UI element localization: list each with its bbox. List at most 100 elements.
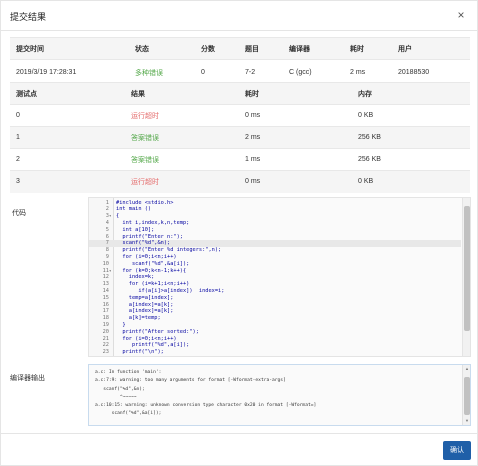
- code-line: 1 #include <stdio.h>: [89, 200, 461, 207]
- code-text: }: [116, 321, 126, 328]
- code-text: for (i=k+1;i<n;i++): [116, 281, 190, 288]
- code-text: index=k;: [116, 274, 155, 281]
- compiler-scrollbar[interactable]: ▲ ▼: [462, 365, 470, 425]
- scroll-down-icon[interactable]: ▼: [464, 418, 470, 424]
- column-header-status: 状态: [135, 45, 149, 53]
- code-text: printf("After sorted:");: [116, 328, 199, 335]
- column-header-elapsed: 耗时: [350, 45, 364, 53]
- column-header-problem: 题目: [245, 45, 259, 53]
- table-row: 2 答案错误 1 ms 256 KB: [10, 148, 470, 171]
- compiler-output-line: ^~~~~~: [95, 394, 137, 400]
- line-number: 8: [105, 247, 109, 254]
- code-text: for (i=0;i<n;i++): [116, 335, 177, 342]
- compiler-output-text: a.c: In function 'main': a.c:7:9: warning…: [95, 369, 457, 419]
- code-text: if(a[i]>a[index]) index=i;: [116, 287, 225, 294]
- code-line: 3 ▾{: [89, 213, 461, 220]
- line-number: 19: [102, 321, 109, 328]
- test-result: 答案错误: [131, 134, 159, 142]
- code-line: 8 printf("Enter %d integers:",n);: [89, 247, 461, 254]
- line-number: 20: [102, 328, 109, 335]
- footer-divider: [1, 433, 477, 434]
- code-text: int a[10];: [116, 226, 155, 233]
- column-header-score: 分数: [201, 45, 215, 53]
- code-text: #include <stdio.h>: [116, 199, 174, 206]
- code-text: temp=a[index];: [116, 294, 174, 301]
- test-memory: 0 KB: [358, 112, 374, 119]
- line-number: 22: [102, 342, 109, 349]
- test-memory: 256 KB: [358, 134, 381, 141]
- confirm-button[interactable]: 确认: [443, 441, 471, 460]
- column-header-user: 用户: [398, 45, 412, 53]
- line-number: 21: [102, 335, 109, 342]
- column-header-test-point: 测试点: [16, 90, 37, 98]
- dialog-header: 提交结果 ×: [1, 1, 477, 31]
- code-label: 代码: [12, 210, 26, 217]
- close-icon[interactable]: ×: [454, 8, 468, 22]
- line-number: 16: [102, 301, 109, 308]
- code-text: scanf("%d",&a[i]);: [116, 260, 190, 267]
- line-number: 12: [102, 274, 109, 281]
- line-number: 10: [102, 260, 109, 267]
- line-number: 18: [102, 315, 109, 322]
- code-text: printf("\n");: [116, 349, 164, 356]
- compiler-scrollbar-thumb[interactable]: [464, 377, 470, 415]
- compiler-output-line: a.c:7:9: warning: too many arguments for…: [95, 378, 286, 384]
- test-result: 运行超时: [131, 112, 159, 120]
- test-case-table: 测试点 结果 耗时 内存 0 运行超时 0 ms 0 KB 1 答案错误 2 m…: [10, 82, 470, 193]
- code-line: 10 scanf("%d",&a[i]);: [89, 261, 461, 268]
- code-line: 9 for (i=0;i<n;i++): [89, 254, 461, 261]
- code-text: printf("%d",a[i]);: [116, 342, 190, 349]
- code-line: 4 int i,index,k,n,temp;: [89, 220, 461, 227]
- code-line: 14 if(a[i]>a[index]) index=i;: [89, 288, 461, 295]
- code-text: for (i=0;i<n;i++): [116, 253, 177, 260]
- line-number: 4: [105, 219, 109, 226]
- table-row: 0 运行超时 0 ms 0 KB: [10, 104, 470, 127]
- test-result: 运行超时: [131, 178, 159, 186]
- code-line: 20 printf("After sorted:");: [89, 329, 461, 336]
- code-scrollbar[interactable]: [462, 198, 470, 356]
- compiler-output-line: a.c:10:15: warning: unknown conversion t…: [95, 403, 317, 409]
- compiler-output-line: scanf("%d",&a[i]);: [95, 411, 162, 417]
- fold-icon[interactable]: ▾: [109, 213, 114, 220]
- line-number: 11: [102, 267, 109, 274]
- dialog-title: 提交结果: [10, 12, 47, 22]
- test-time: 0 ms: [245, 178, 261, 186]
- code-line: 18 a[k]=temp;: [89, 315, 461, 322]
- code-editor[interactable]: 1 #include <stdio.h> 2 int main () 3 ▾{4 int …: [88, 197, 471, 357]
- line-number: 23: [102, 349, 109, 356]
- test-case-header-row: 测试点 结果 耗时 内存: [10, 82, 470, 105]
- compiler-output-line: a.c: In function 'main':: [95, 370, 162, 375]
- code-text: printf("Enter n:");: [116, 233, 183, 240]
- table-row: 3 运行超时 0 ms 0 KB: [10, 170, 470, 193]
- submission-result-dialog: 提交结果 × 提交时间 状态 分数 题目 编译器 耗时 用户 2019/3/19…: [0, 0, 478, 466]
- compiler-output-line: scanf("%d",&n);: [95, 386, 145, 392]
- code-line: 6 printf("Enter n:");: [89, 234, 461, 241]
- test-time: 2 ms: [245, 134, 261, 141]
- code-line: 16 a[index]=a[k];: [89, 302, 461, 309]
- code-line: 21 for (i=0;i<n;i++): [89, 336, 461, 343]
- column-header-submit-time: 提交时间: [16, 45, 44, 53]
- line-number: 6: [105, 233, 109, 240]
- code-text: a[k]=temp;: [116, 315, 161, 322]
- code-line: 5 int a[10];: [89, 227, 461, 234]
- test-time: 0 ms: [245, 112, 261, 119]
- test-time: 1 ms: [245, 156, 261, 163]
- fold-icon[interactable]: ▾: [109, 268, 114, 275]
- code-line: 19 }: [89, 322, 461, 329]
- code-line: 15 temp=a[index];: [89, 295, 461, 302]
- test-point: 0: [16, 112, 20, 119]
- test-result: 答案错误: [131, 156, 159, 164]
- code-line: 22 printf("%d",a[i]);: [89, 342, 461, 349]
- code-line: 7 scanf("%d",&n);: [89, 240, 461, 248]
- code-text: {: [116, 213, 120, 220]
- code-scrollbar-thumb[interactable]: [464, 206, 470, 331]
- line-number: 2: [105, 206, 109, 213]
- compiler-output[interactable]: a.c: In function 'main': a.c:7:9: warning…: [88, 364, 471, 426]
- line-number: 15: [102, 294, 109, 301]
- test-point: 3: [16, 178, 20, 186]
- line-number: 17: [102, 308, 109, 315]
- test-memory: 256 KB: [358, 156, 381, 163]
- code-line: 2 int main (): [89, 206, 461, 213]
- code-text: int i,index,k,n,temp;: [116, 219, 190, 226]
- scroll-up-icon[interactable]: ▲: [464, 366, 470, 372]
